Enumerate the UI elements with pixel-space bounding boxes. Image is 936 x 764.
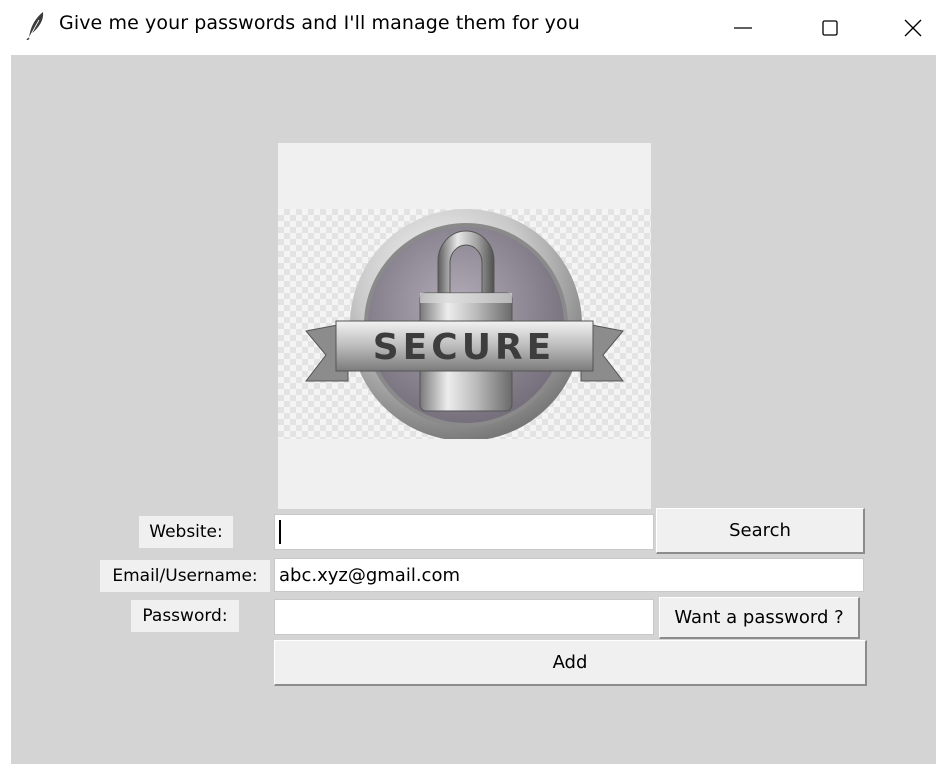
generate-password-button[interactable]: Want a password ? [659, 597, 860, 639]
email-label: Email/Username: [100, 560, 270, 592]
minimize-button[interactable] [708, 0, 778, 55]
close-icon [904, 19, 922, 36]
window-title: Give me your passwords and I'll manage t… [59, 12, 580, 34]
password-label: Password: [131, 600, 239, 632]
add-button[interactable]: Add [274, 640, 867, 686]
feather-icon [24, 10, 48, 41]
title-bar: Give me your passwords and I'll manage t… [0, 0, 936, 55]
email-value: abc.xyz@gmail.com [279, 564, 460, 586]
close-button[interactable] [878, 0, 936, 55]
maximize-button[interactable] [795, 0, 865, 55]
padlock-badge-logo: SECURE [278, 209, 651, 439]
website-label: Website: [139, 516, 233, 548]
text-cursor [279, 520, 281, 544]
logo-canvas: SECURE [278, 143, 651, 509]
minimize-icon [734, 26, 752, 29]
logo-text: SECURE [373, 327, 555, 368]
search-button[interactable]: Search [656, 508, 865, 554]
website-input[interactable] [274, 514, 654, 550]
email-input[interactable]: abc.xyz@gmail.com [274, 558, 864, 592]
password-input[interactable] [274, 599, 654, 635]
maximize-icon [822, 19, 838, 36]
